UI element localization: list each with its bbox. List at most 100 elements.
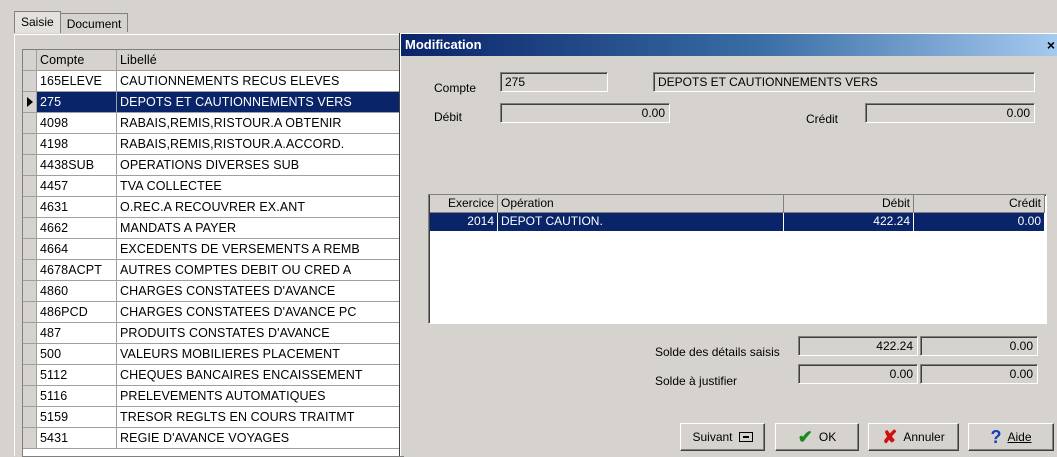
table-row[interactable]: 4664 EXCEDENTS DE VERSEMENTS A REMB xyxy=(23,239,403,260)
table-row[interactable]: 4662 MANDATS A PAYER xyxy=(23,218,403,239)
tab-saisie[interactable]: Saisie xyxy=(14,11,61,33)
table-row[interactable]: 5431 REGIE D'AVANCE VOYAGES xyxy=(23,428,403,449)
cell-compte[interactable]: 5431 xyxy=(37,428,117,449)
cell-compte[interactable]: 5112 xyxy=(37,365,117,386)
table-row[interactable]: 487 PRODUITS CONSTATES D'AVANCE xyxy=(23,323,403,344)
cell-operation: DEPOT CAUTION. xyxy=(498,213,784,231)
cell-libelle[interactable]: VALEURS MOBILIERES PLACEMENT xyxy=(117,344,403,365)
cell-libelle[interactable]: CHARGES CONSTATEES D'AVANCE xyxy=(117,281,403,302)
tab-bar: Saisie Document xyxy=(14,11,129,35)
col-exercice[interactable]: Exercice xyxy=(430,195,498,213)
suivant-button[interactable]: Suivant xyxy=(680,423,765,451)
table-row[interactable]: 5159 TRESOR REGLTS EN COURS TRAITMT xyxy=(23,407,403,428)
cell-libelle[interactable]: RABAIS,REMIS,RISTOUR.A.ACCORD. xyxy=(117,134,403,155)
col-debit[interactable]: Débit xyxy=(784,195,914,213)
row-indicator xyxy=(23,155,37,176)
row-indicator xyxy=(23,323,37,344)
credit-field[interactable]: 0.00 xyxy=(865,103,1035,123)
cell-compte[interactable]: 500 xyxy=(37,344,117,365)
cell-compte[interactable]: 5116 xyxy=(37,386,117,407)
cell-libelle[interactable]: CAUTIONNEMENTS RECUS ELEVES xyxy=(117,71,403,92)
annuler-button-label: Annuler xyxy=(903,430,945,444)
account-grid[interactable]: Compte Libellé 165ELEVE CAUTIONNEMENTS RE… xyxy=(22,49,404,457)
row-indicator xyxy=(23,302,37,323)
cell-compte[interactable]: 4860 xyxy=(37,281,117,302)
aide-button-label: Aide xyxy=(1007,430,1032,444)
cell-libelle[interactable]: PRELEVEMENTS AUTOMATIQUES xyxy=(117,386,403,407)
row-indicator xyxy=(23,365,37,386)
debit-field[interactable]: 0.00 xyxy=(500,103,670,123)
row-indicator xyxy=(23,260,37,281)
cell-compte[interactable]: 4198 xyxy=(37,134,117,155)
dialog-title: Modification xyxy=(405,37,482,52)
operations-table[interactable]: Exercice Opération Débit Crédit 2014 DEP… xyxy=(428,194,1047,324)
current-row-arrow-icon xyxy=(27,97,33,107)
cell-compte[interactable]: 486PCD xyxy=(37,302,117,323)
table-row[interactable]: 4860 CHARGES CONSTATEES D'AVANCE xyxy=(23,281,403,302)
table-row[interactable]: 4678ACPT AUTRES COMPTES DEBIT OU CRED A xyxy=(23,260,403,281)
tab-document[interactable]: Document xyxy=(59,13,129,32)
cell-libelle[interactable]: CHEQUES BANCAIRES ENCAISSEMENT xyxy=(117,365,403,386)
cell-compte[interactable]: 4457 xyxy=(37,176,117,197)
table-row[interactable]: 4438SUB OPERATIONS DIVERSES SUB xyxy=(23,155,403,176)
cell-exercice: 2014 xyxy=(430,213,498,231)
row-indicator xyxy=(23,197,37,218)
cell-compte[interactable]: 487 xyxy=(37,323,117,344)
col-operation[interactable]: Opération xyxy=(498,195,784,213)
cell-libelle[interactable]: OPERATIONS DIVERSES SUB xyxy=(117,155,403,176)
col-credit[interactable]: Crédit xyxy=(914,195,1045,213)
cell-compte[interactable]: 4662 xyxy=(37,218,117,239)
modification-dialog: Modification × Compte 275 DEPOTS ET CAUT… xyxy=(400,33,1057,456)
cell-libelle[interactable]: CHARGES CONSTATEES D'AVANCE PC xyxy=(117,302,403,323)
cell-compte[interactable]: 4438SUB xyxy=(37,155,117,176)
debit-label: Débit xyxy=(434,110,463,124)
cell-compte[interactable]: 275 xyxy=(37,92,117,113)
cell-libelle[interactable]: MANDATS A PAYER xyxy=(117,218,403,239)
compte-field[interactable]: 275 xyxy=(500,72,608,92)
aide-button[interactable]: ? Aide xyxy=(968,423,1054,451)
cell-compte[interactable]: 4098 xyxy=(37,113,117,134)
cell-libelle[interactable]: O.REC.A RECOUVRER EX.ANT xyxy=(117,197,403,218)
table-row[interactable]: 486PCD CHARGES CONSTATEES D'AVANCE PC xyxy=(23,302,403,323)
row-indicator xyxy=(23,92,37,113)
cell-libelle[interactable]: PRODUITS CONSTATES D'AVANCE xyxy=(117,323,403,344)
row-indicator xyxy=(23,407,37,428)
cell-libelle[interactable]: TVA COLLECTEE xyxy=(117,176,403,197)
table-row[interactable]: 2014 DEPOT CAUTION. 422.24 0.00 xyxy=(430,213,1045,231)
cell-libelle[interactable]: AUTRES COMPTES DEBIT OU CRED A xyxy=(117,260,403,281)
table-row[interactable]: 5112 CHEQUES BANCAIRES ENCAISSEMENT xyxy=(23,365,403,386)
table-row[interactable]: 4457 TVA COLLECTEE xyxy=(23,176,403,197)
help-icon: ? xyxy=(990,427,1002,447)
table-row[interactable]: 4631 O.REC.A RECOUVRER EX.ANT xyxy=(23,197,403,218)
cell-libelle[interactable]: DEPOTS ET CAUTIONNEMENTS VERS xyxy=(117,92,403,113)
cell-compte[interactable]: 4631 xyxy=(37,197,117,218)
row-indicator xyxy=(23,71,37,92)
grid-header: Compte Libellé xyxy=(23,50,403,71)
table-row[interactable]: 165ELEVE CAUTIONNEMENTS RECUS ELEVES xyxy=(23,71,403,92)
credit-label: Crédit xyxy=(806,112,839,126)
dialog-titlebar[interactable]: Modification × xyxy=(401,34,1057,56)
annuler-button[interactable]: ✘ Annuler xyxy=(868,423,959,451)
table-row[interactable]: 4098 RABAIS,REMIS,RISTOUR.A OBTENIR xyxy=(23,113,403,134)
close-icon[interactable]: × xyxy=(1044,37,1057,53)
cell-libelle[interactable]: REGIE D'AVANCE VOYAGES xyxy=(117,428,403,449)
table-row[interactable]: 4198 RABAIS,REMIS,RISTOUR.A.ACCORD. xyxy=(23,134,403,155)
row-indicator xyxy=(23,428,37,449)
table-row[interactable]: 275 DEPOTS ET CAUTIONNEMENTS VERS xyxy=(23,92,403,113)
ok-button-label: OK xyxy=(818,430,837,444)
cell-libelle[interactable]: EXCEDENTS DE VERSEMENTS A REMB xyxy=(117,239,403,260)
row-indicator xyxy=(23,218,37,239)
cell-compte[interactable]: 4678ACPT xyxy=(37,260,117,281)
grid-header-libelle[interactable]: Libellé xyxy=(117,50,403,71)
table-row[interactable]: 500 VALEURS MOBILIERES PLACEMENT xyxy=(23,344,403,365)
cell-compte[interactable]: 4664 xyxy=(37,239,117,260)
cell-compte[interactable]: 165ELEVE xyxy=(37,71,117,92)
cell-libelle[interactable]: RABAIS,REMIS,RISTOUR.A OBTENIR xyxy=(117,113,403,134)
table-row[interactable]: 5116 PRELEVEMENTS AUTOMATIQUES xyxy=(23,386,403,407)
cell-compte[interactable]: 5159 xyxy=(37,407,117,428)
grid-header-compte[interactable]: Compte xyxy=(37,50,117,71)
ok-button[interactable]: ✔ OK xyxy=(775,423,859,451)
suivant-button-label: Suivant xyxy=(692,430,733,444)
cell-libelle[interactable]: TRESOR REGLTS EN COURS TRAITMT xyxy=(117,407,403,428)
keyboard-icon xyxy=(738,432,753,442)
